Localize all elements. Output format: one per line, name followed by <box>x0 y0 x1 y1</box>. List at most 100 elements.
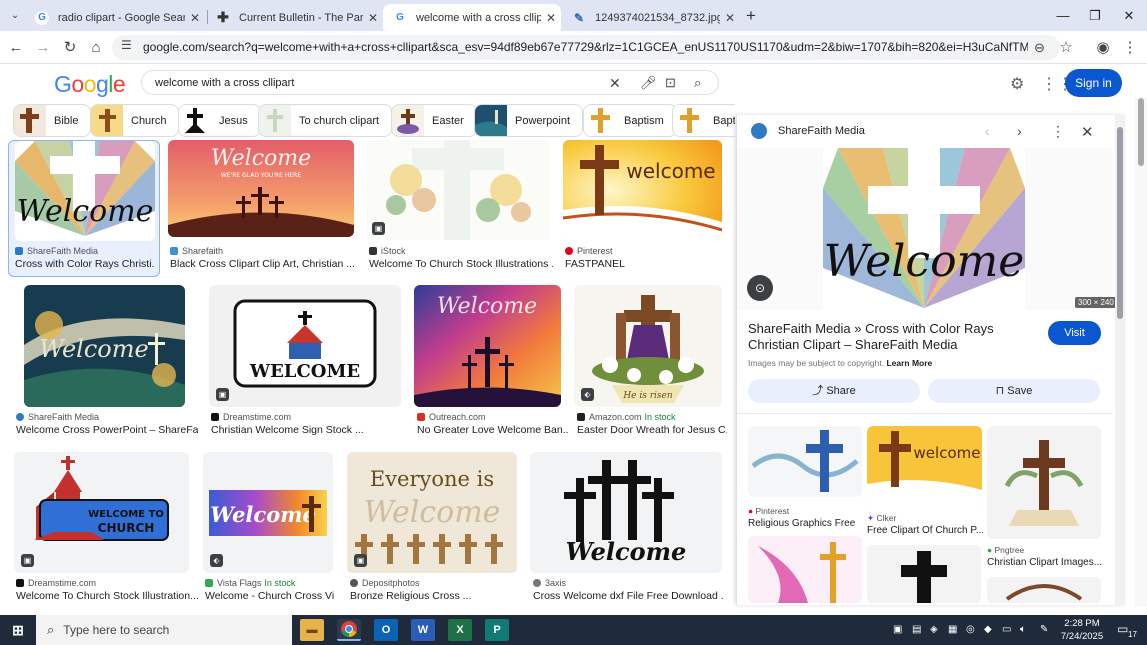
chip-baptism[interactable]: Baptism <box>583 104 677 137</box>
volume-icon[interactable]: 🔈︎ <box>1020 624 1026 635</box>
close-icon[interactable]: ✕ <box>363 11 383 25</box>
reload-button[interactable]: ↻ <box>60 37 80 57</box>
result-card[interactable]: Welcome ShareFaith Media Cross with Colo… <box>8 140 160 277</box>
tray-app-icon[interactable]: ◈ <box>930 624 938 635</box>
site-info-icon[interactable]: ☰ <box>121 38 132 52</box>
excel-icon[interactable]: X <box>448 619 472 641</box>
google-logo[interactable]: Google <box>54 71 126 98</box>
forward-button[interactable]: → <box>33 37 53 57</box>
related-card[interactable]: welcome ✦ Clker Free Clipart Of Church P… <box>867 426 983 541</box>
related-card[interactable]: ● Pngtree Christian Clipart Images... <box>987 426 1105 571</box>
result-title: No Greater Love Welcome Ban... <box>417 424 569 436</box>
system-clock[interactable]: 2:28 PM 7/24/2025 <box>1058 617 1106 643</box>
pen-icon[interactable]: ✎ <box>1040 624 1048 635</box>
share-button[interactable]: ⤴ Share <box>748 379 920 403</box>
home-button[interactable]: ⌂ <box>86 37 106 57</box>
taskbar-search[interactable]: ⌕ Type here to search <box>36 615 292 645</box>
chip-to-church-clipart[interactable]: To church clipart <box>258 104 393 137</box>
back-button[interactable]: ← <box>6 37 26 57</box>
tray-app-icon[interactable]: ◆ <box>984 624 992 635</box>
result-card[interactable]: ▣ iStock Welcome To Church Stock Illustr… <box>366 140 553 275</box>
profile-icon[interactable]: ◉ <box>1093 37 1113 57</box>
tab-image-file[interactable]: ✎ 1249374021534_8732.jpg (300× ✕ <box>562 4 740 31</box>
search-icon[interactable]: ⌕ <box>694 75 701 91</box>
bookmark-star-icon[interactable]: ☆ <box>1056 37 1076 57</box>
close-icon[interactable]: ✕ <box>185 11 205 25</box>
result-card[interactable]: WELCOME ▣ Dreamstime.com Christian Welco… <box>209 285 403 437</box>
close-panel-icon[interactable]: ✕ <box>1081 123 1094 141</box>
related-card[interactable] <box>867 545 982 603</box>
result-card[interactable]: He is risen ⬖ Amazon.com In stock Easter … <box>574 285 727 437</box>
panel-scrollbar-thumb[interactable] <box>1117 127 1123 319</box>
chip-jesus[interactable]: Jesus <box>178 104 261 137</box>
address-bar[interactable]: ☰ google.com/search?q=welcome+with+a+cro… <box>112 35 1060 60</box>
minimize-button[interactable]: — <box>1046 0 1080 31</box>
chip-powerpoint[interactable]: Powerpoint <box>474 104 584 137</box>
site-favicon <box>16 413 24 421</box>
notifications-icon[interactable]: ▭ <box>1117 622 1128 636</box>
result-card[interactable]: Welcome WE'RE GLAD YOU'RE HERE Sharefait… <box>168 140 355 275</box>
page-scrollbar[interactable] <box>1135 98 1147 606</box>
site-favicon <box>417 413 425 421</box>
result-card[interactable]: Welcome ShareFaith Media Welcome Cross P… <box>16 285 201 437</box>
window-close-button[interactable]: ✕ <box>1112 0 1146 31</box>
next-icon[interactable]: › <box>1017 123 1022 139</box>
outlook-tray-icon[interactable]: ▣ <box>893 624 902 635</box>
result-card[interactable]: WELCOME TO CHURCH ▣ Dreamstime.com Welco… <box>14 452 199 604</box>
close-icon[interactable]: ✕ <box>541 11 561 25</box>
settings-gear-icon[interactable]: ⚙ <box>1010 74 1024 94</box>
page-scrollbar-thumb[interactable] <box>1138 98 1144 166</box>
chip-church[interactable]: Church <box>90 104 180 137</box>
learn-more-link[interactable]: Learn More <box>886 358 932 368</box>
google-lens-button[interactable]: ⊙ <box>747 275 773 301</box>
network-icon[interactable]: ▭ <box>1002 624 1011 635</box>
tray-app-icon[interactable]: ▤ <box>912 624 921 635</box>
chrome-icon[interactable] <box>337 619 361 641</box>
result-image <box>366 140 550 240</box>
result-card[interactable]: Welcome 3axis Cross Welcome dxf File Fre… <box>530 452 723 604</box>
tab-welcome-cross[interactable]: G welcome with a cross cllipart - G ✕ <box>383 4 561 31</box>
search-input[interactable] <box>155 74 595 92</box>
previous-icon[interactable]: ‹ <box>985 123 990 139</box>
image-results-grid: Welcome ShareFaith Media Cross with Colo… <box>0 140 735 606</box>
tray-app-icon[interactable]: ◎ <box>966 624 975 635</box>
word-icon[interactable]: W <box>411 619 435 641</box>
microphone-icon[interactable]: 🎤︎ <box>640 75 657 91</box>
chip-baptism-2[interactable]: Bapti <box>672 104 735 137</box>
search-box[interactable]: ✕ 🎤︎ ⊡ ⌕ <box>141 70 719 95</box>
preview-image-frame[interactable]: Welcome <box>737 148 1113 310</box>
publisher-icon[interactable]: P <box>485 619 509 641</box>
outlook-icon[interactable]: O <box>374 619 398 641</box>
clear-icon[interactable]: ✕ <box>609 75 621 92</box>
visit-button[interactable]: Visit <box>1048 321 1101 345</box>
result-card[interactable]: Everyone is Welcome ▣ Depositphotos Bron… <box>347 452 519 604</box>
camera-lens-icon[interactable]: ⊡ <box>665 75 676 91</box>
panel-title[interactable]: ShareFaith Media » Cross with Color Rays… <box>748 321 1038 353</box>
file-explorer-icon[interactable]: ▬ <box>300 619 324 641</box>
panel-scrollbar[interactable] <box>1115 115 1125 605</box>
zoom-icon[interactable]: ⊖ <box>1034 40 1045 56</box>
related-card[interactable] <box>748 536 863 603</box>
windows-start-icon[interactable]: ⊞ <box>6 619 30 641</box>
related-image <box>748 426 862 497</box>
more-options-icon[interactable]: ⋮ <box>1051 123 1065 140</box>
result-card[interactable]: welcome Pinterest FASTPANEL <box>563 140 723 275</box>
chip-bible[interactable]: Bible <box>13 104 92 137</box>
result-card[interactable]: Welcome ⬖ Vista Flags In stock Welcome - … <box>203 452 335 604</box>
tab-search-chevron-icon[interactable]: ⌄ <box>6 7 24 25</box>
restore-button[interactable]: ❐ <box>1078 0 1112 31</box>
close-icon[interactable]: ✕ <box>720 11 740 25</box>
chip-thumbnail <box>673 105 705 136</box>
save-button[interactable]: ⊓ Save <box>928 379 1100 403</box>
tab-radio-clipart[interactable]: G radio clipart - Google Search ✕ <box>25 4 205 31</box>
panel-site-name[interactable]: ShareFaith Media <box>778 125 865 137</box>
related-card[interactable] <box>987 577 1101 603</box>
sign-in-button[interactable]: Sign in <box>1065 69 1122 97</box>
tray-app-icon[interactable]: ▦ <box>948 624 957 635</box>
browser-menu-icon[interactable]: ⋮ <box>1120 37 1140 57</box>
chip-easter[interactable]: Easter <box>391 104 477 137</box>
result-card[interactable]: Welcome Outreach.com No Greater Love Wel… <box>414 285 569 437</box>
tab-current-bulletin[interactable]: ✚ Current Bulletin - The Parish of ✕ <box>206 4 383 31</box>
new-tab-button[interactable]: + <box>741 6 761 26</box>
related-card[interactable]: ● Pinterest Religious Graphics Free <box>748 426 863 531</box>
